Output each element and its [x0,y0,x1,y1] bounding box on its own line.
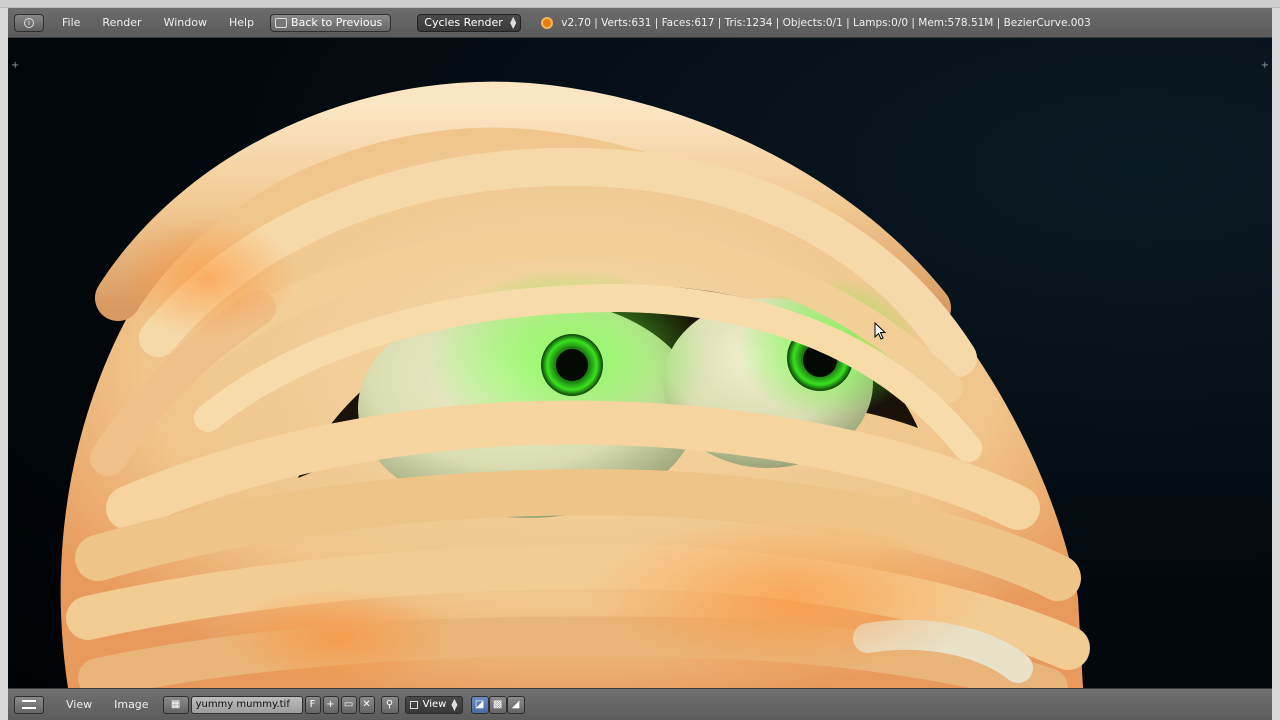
image-browse-icon: ▦ [170,699,181,710]
browse-image-button[interactable]: ▦ [162,695,189,714]
open-image-button[interactable]: ▭ [340,695,357,714]
image-editor-header: View Image ▦ yummy mummy.tif F + ▭ ✕ ⚲ V… [8,688,1272,720]
editor-type-button[interactable] [14,695,44,714]
color-alpha-icon: ◪ [474,699,485,710]
menu-file[interactable]: File [58,14,84,31]
info-icon: i [24,17,34,28]
image-name-label: yummy mummy.tif [195,699,290,710]
plus-icon: + [326,699,335,710]
editor-type-button[interactable]: i [14,13,44,32]
new-image-button[interactable]: + [322,695,339,714]
blender-logo-icon [541,16,554,29]
mode-select-label: View [422,699,447,710]
mode-select[interactable]: View ▲ ▼ [404,695,463,714]
image-name-field[interactable]: yummy mummy.tif [190,695,303,714]
menu-render[interactable]: Render [98,14,145,31]
blender-window: i File Render Window Help Back to Previo… [0,0,1280,720]
scene-stats: v2.70 | Verts:631 | Faces:617 | Tris:123… [561,16,1091,29]
alpha-icon: ▩ [492,699,503,710]
channel-rgb-alpha-button[interactable]: ◪ [470,695,489,714]
menu-image[interactable]: Image [110,696,152,713]
render-engine-label: Cycles Render [424,16,503,29]
fake-user-button[interactable]: F [304,695,321,714]
image-editor-icon [22,700,36,709]
unlink-image-button[interactable]: ✕ [358,695,375,714]
screen-icon [275,17,288,28]
view-mode-icon [409,700,418,709]
folder-icon: ▭ [343,699,354,710]
render-engine-select[interactable]: Cycles Render ▲ ▼ [417,13,522,32]
back-to-previous-button[interactable]: Back to Previous [270,13,392,32]
back-to-previous-label: Back to Previous [291,16,383,29]
updown-arrows-icon: ▲ ▼ [510,14,517,30]
rendered-mummy-image [60,81,1090,688]
pin-image-button[interactable]: ⚲ [380,695,399,714]
channel-alpha-button[interactable]: ▩ [488,695,507,714]
z-buffer-icon: ◢ [511,699,520,710]
fake-user-label: F [309,699,316,710]
mouse-cursor-icon [874,322,887,340]
close-icon: ✕ [362,699,371,710]
info-header: i File Render Window Help Back to Previo… [8,8,1272,38]
title-strip [0,0,1280,8]
menu-view[interactable]: View [62,696,96,713]
updown-arrows-icon: ▲ ▼ [451,696,458,712]
channel-z-button[interactable]: ◢ [506,695,525,714]
image-editor-viewport[interactable]: + + [8,38,1272,688]
menu-window[interactable]: Window [160,14,211,31]
menu-help[interactable]: Help [225,14,258,31]
pin-icon: ⚲ [385,699,394,710]
